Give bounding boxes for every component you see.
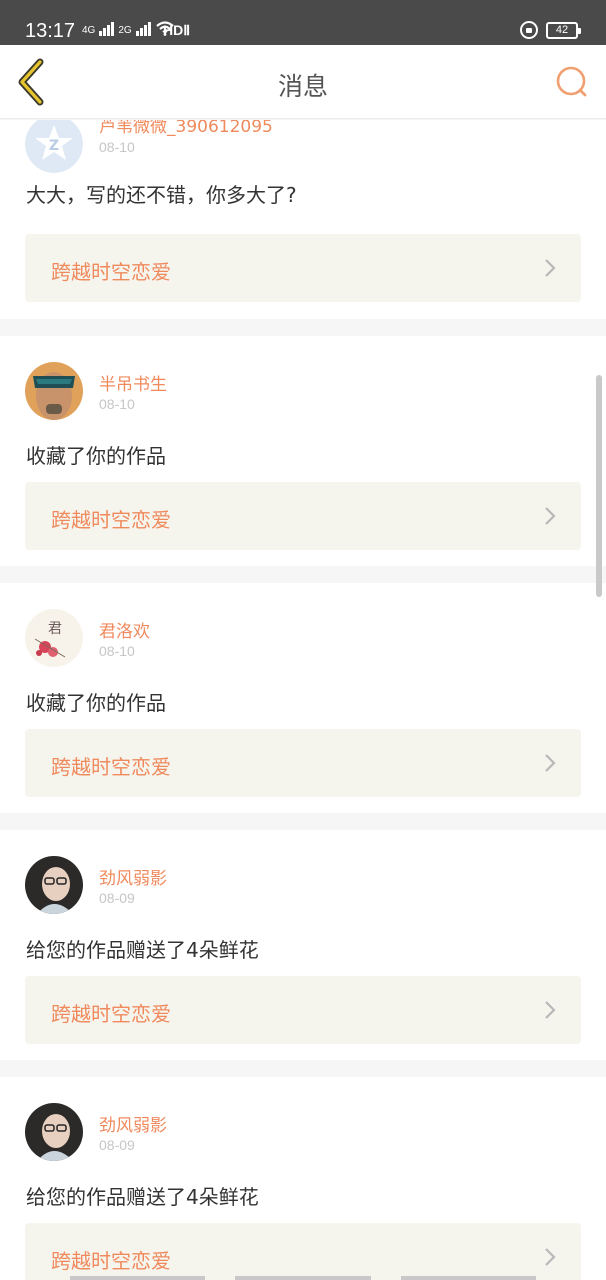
message-card: 劲风弱影 08-09 给您的作品赠送了4朵鲜花 跨越时空恋爱 — [0, 1077, 606, 1280]
username[interactable]: 劲风弱影 — [99, 864, 167, 889]
chevron-right-icon — [545, 754, 556, 772]
message-date: 08-10 — [99, 396, 135, 412]
message-card: 劲风弱影 08-09 给您的作品赠送了4朵鲜花 跨越时空恋爱 — [0, 830, 606, 1060]
search-icon — [556, 66, 587, 97]
username[interactable]: 芦苇微微_390612095 — [99, 120, 273, 137]
svg-text:君: 君 — [48, 621, 62, 637]
message-card: 君 君洛欢 08-10 收藏了你的作品 跨越时空恋爱 — [0, 583, 606, 813]
message-date: 08-10 — [99, 643, 135, 659]
man-sunglasses-avatar — [25, 362, 83, 420]
chevron-right-icon — [545, 1001, 556, 1019]
bottom-tab-strip — [70, 1276, 536, 1280]
username[interactable]: 君洛欢 — [99, 617, 150, 642]
page-title: 消息 — [277, 72, 328, 101]
avatar[interactable]: Z — [25, 120, 83, 173]
qq-default-avatar: Z — [25, 120, 83, 173]
work-link[interactable]: 跨越时空恋爱 — [25, 482, 581, 550]
message-text: 收藏了你的作品 — [26, 691, 166, 715]
username[interactable]: 劲风弱影 — [99, 1111, 167, 1136]
svg-text:Z: Z — [49, 138, 59, 154]
message-text: 给您的作品赠送了4朵鲜花 — [26, 1185, 259, 1209]
message-date: 08-09 — [99, 1137, 135, 1153]
work-title: 跨越时空恋爱 — [51, 1002, 171, 1026]
chevron-right-icon — [545, 1248, 556, 1266]
message-text: 大大，写的还不错，你多大了? — [26, 183, 297, 207]
work-title: 跨越时空恋爱 — [51, 755, 171, 779]
message-card: Z 芦苇微微_390612095 08-10 大大，写的还不错，你多大了? 跨越… — [0, 120, 606, 319]
battery-icon: 42 — [546, 21, 581, 39]
status-bar: 13:17 4G 2G HDⅡ 42 — [0, 0, 606, 45]
message-date: 08-10 — [99, 139, 135, 155]
work-link[interactable]: 跨越时空恋爱 — [25, 729, 581, 797]
avatar[interactable]: 君 — [25, 609, 83, 667]
chevron-right-icon — [545, 507, 556, 525]
work-link[interactable]: 跨越时空恋爱 — [25, 1223, 581, 1280]
woman-glasses-avatar — [25, 856, 83, 914]
message-text: 给您的作品赠送了4朵鲜花 — [26, 938, 259, 962]
work-title: 跨越时空恋爱 — [51, 508, 171, 532]
work-link[interactable]: 跨越时空恋爱 — [25, 976, 581, 1044]
username[interactable]: 半吊书生 — [99, 370, 167, 395]
avatar[interactable] — [25, 856, 83, 914]
lock-rotation-icon — [520, 21, 538, 39]
flower-calligraphy-avatar: 君 — [25, 609, 83, 667]
network-indicators: 4G 2G — [82, 20, 175, 36]
woman-glasses-avatar — [25, 1103, 83, 1161]
avatar[interactable] — [25, 1103, 83, 1161]
chevron-right-icon — [545, 259, 556, 277]
search-button[interactable] — [552, 63, 592, 103]
work-title: 跨越时空恋爱 — [51, 1249, 171, 1273]
net2-label: 2G — [118, 25, 132, 36]
net1-label: 4G — [82, 25, 96, 36]
work-link[interactable]: 跨越时空恋爱 — [25, 234, 581, 302]
nav-bar: 消息 — [0, 45, 606, 119]
signal-icon — [99, 20, 115, 36]
signal-icon-2 — [135, 20, 151, 36]
avatar[interactable] — [25, 362, 83, 420]
message-card: 半吊书生 08-10 收藏了你的作品 跨越时空恋爱 — [0, 336, 606, 566]
work-title: 跨越时空恋爱 — [51, 260, 171, 284]
scrollbar[interactable] — [596, 375, 602, 597]
message-text: 收藏了你的作品 — [26, 444, 166, 468]
message-date: 08-09 — [99, 890, 135, 906]
message-list: Z 芦苇微微_390612095 08-10 大大，写的还不错，你多大了? 跨越… — [0, 120, 606, 1280]
status-time: 13:17 — [25, 20, 76, 42]
hd-indicator: HDⅡ — [163, 22, 191, 38]
